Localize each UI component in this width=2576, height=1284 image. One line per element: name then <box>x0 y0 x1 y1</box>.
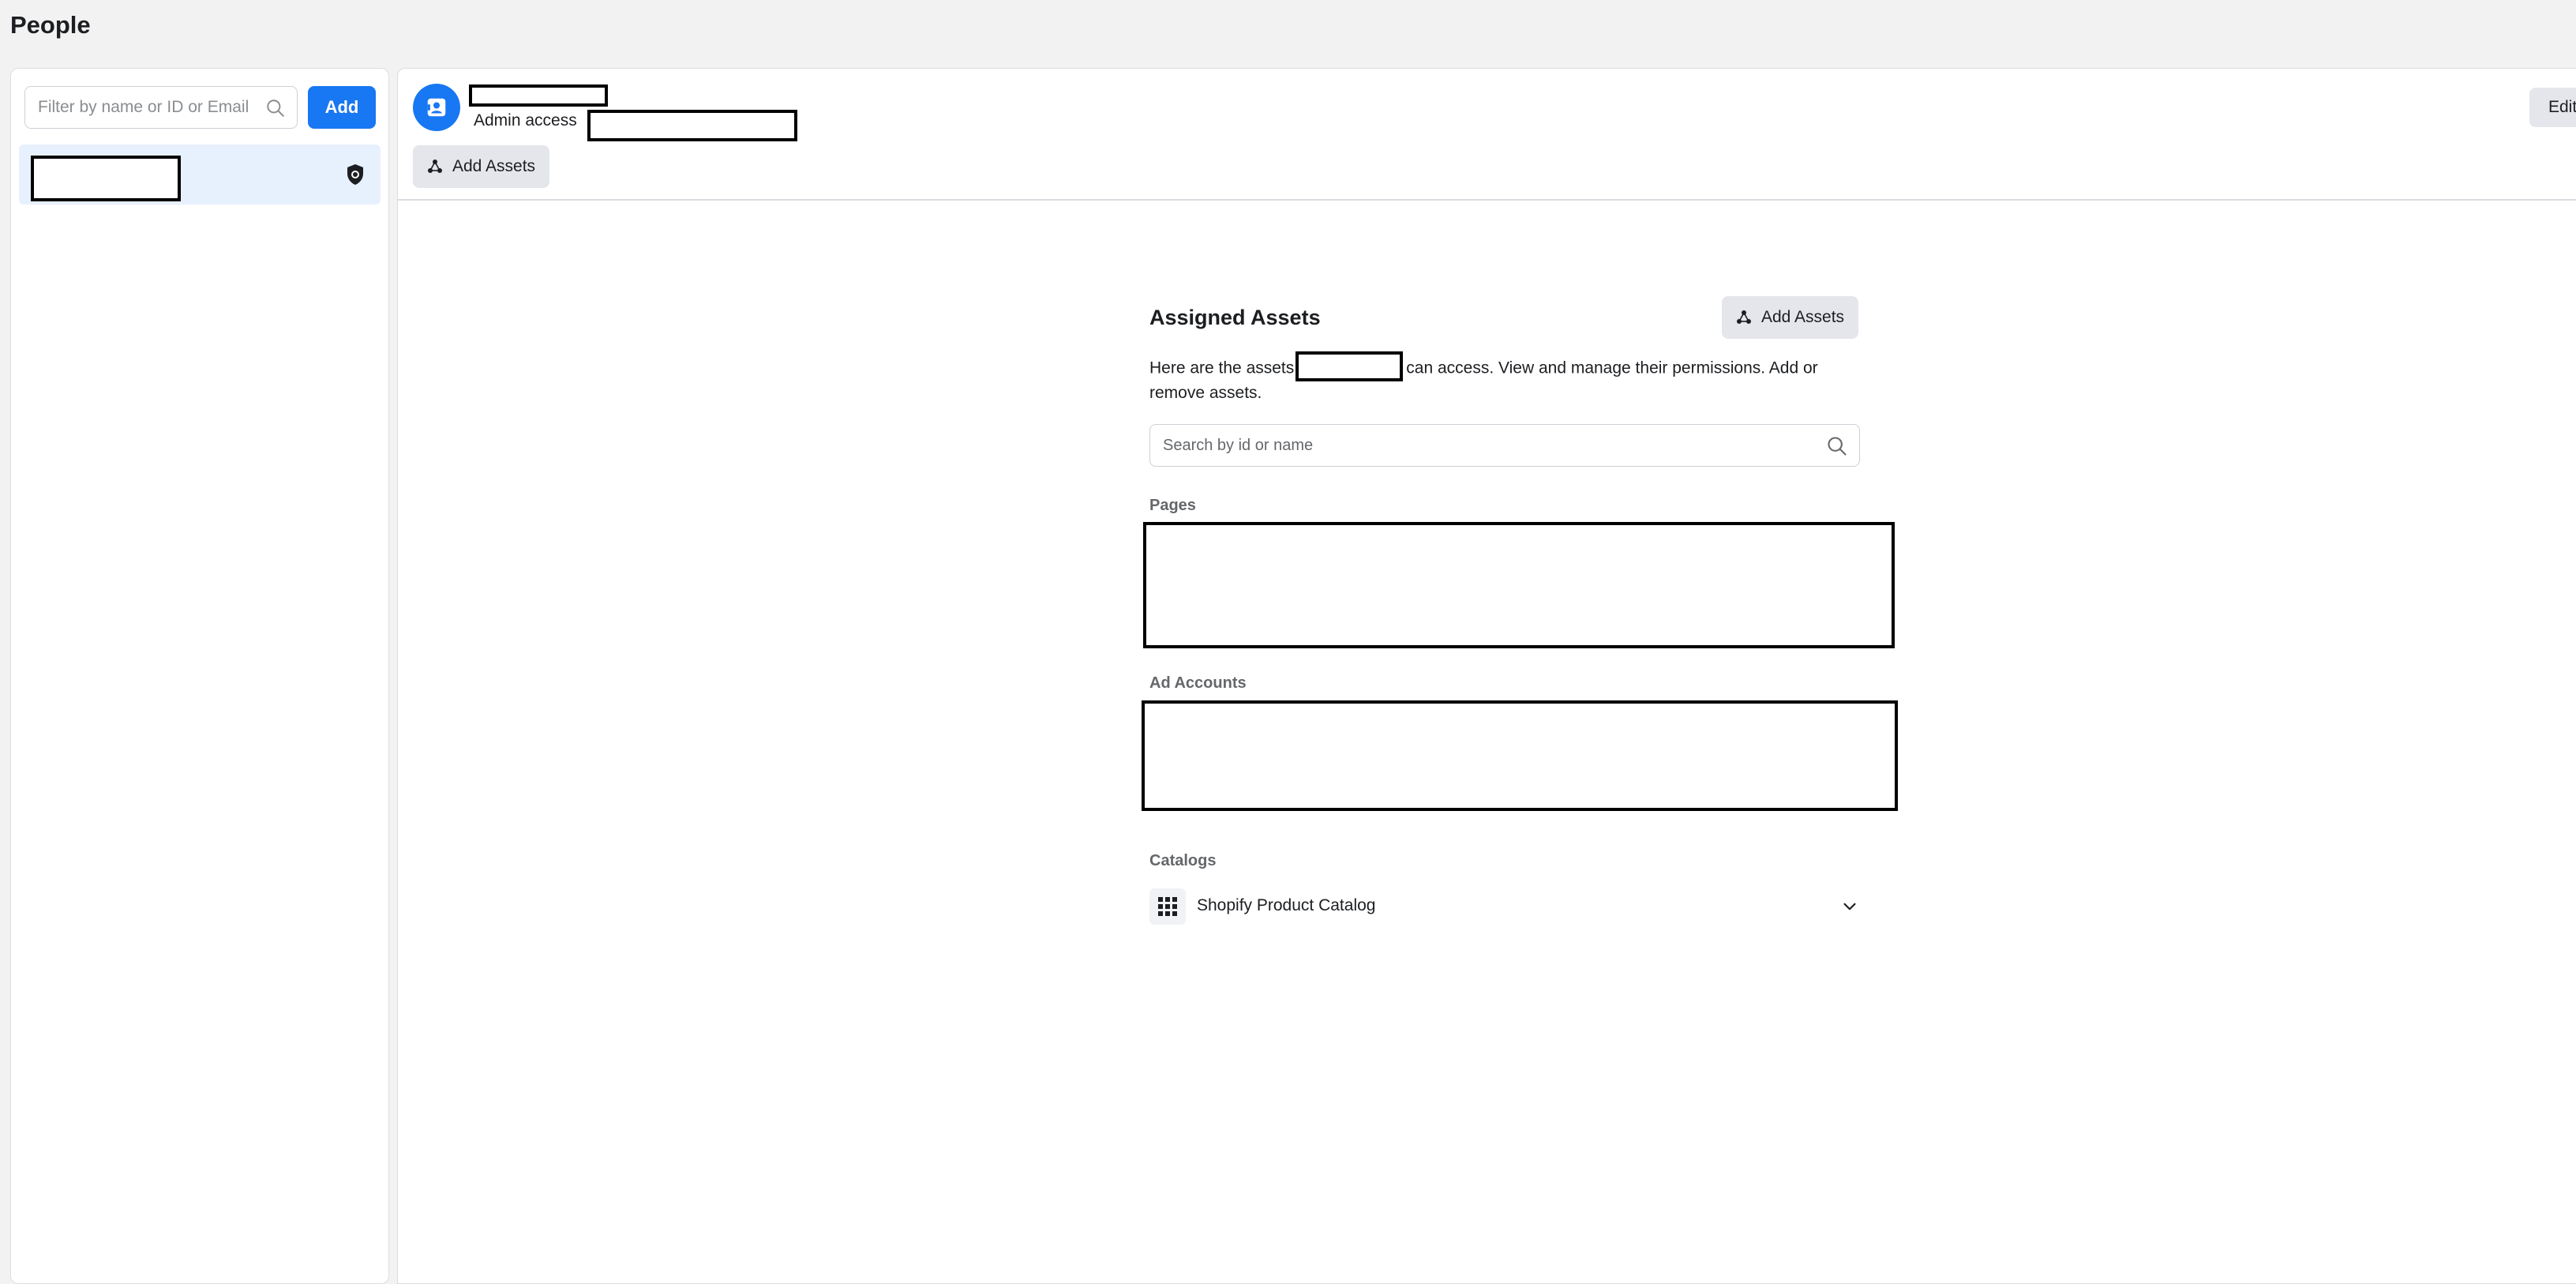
section-title: Assigned Assets <box>1149 306 1321 329</box>
redacted-person-name <box>31 156 181 201</box>
redacted-email <box>587 110 797 141</box>
avatar <box>413 84 460 131</box>
add-assets-label: Add Assets <box>452 157 536 175</box>
page-title: People <box>10 11 91 39</box>
add-assets-button[interactable]: Add Assets <box>413 145 550 188</box>
description-start: Here are the assets <box>1149 359 1295 377</box>
search-icon <box>1828 437 1847 456</box>
people-list-panel: Add <box>10 68 389 1284</box>
chevron-down-icon[interactable] <box>1839 896 1860 917</box>
add-person-button[interactable]: Add <box>308 86 376 129</box>
search-icon <box>267 99 284 117</box>
ad-accounts-group-label: Ad Accounts <box>1149 674 1247 692</box>
person-header: Admin access Add Assets Edit <box>398 69 2576 201</box>
person-list-item[interactable] <box>19 145 381 205</box>
redacted-pages-list <box>1143 522 1895 648</box>
edit-button[interactable]: Edit <box>2529 88 2576 127</box>
asset-search-input[interactable] <box>1161 425 1809 466</box>
filter-field[interactable] <box>24 86 298 129</box>
person-detail-panel: Admin access Add Assets Edit Assigned As… <box>397 68 2576 1284</box>
access-level-text: Admin access <box>474 111 577 130</box>
catalog-list-item[interactable]: Shopify Product Catalog <box>1149 887 1860 926</box>
add-assets-button-secondary[interactable]: Add Assets <box>1722 296 1859 339</box>
edit-label: Edit <box>2548 98 2576 116</box>
assigned-assets-description: Here are the assets can access. View and … <box>1149 351 1860 405</box>
redacted-ad-accounts-list <box>1142 700 1898 811</box>
pages-group-label: Pages <box>1149 497 1196 514</box>
asset-search-field[interactable] <box>1149 424 1860 467</box>
filter-input[interactable] <box>36 87 257 128</box>
redacted-person-name <box>469 84 608 107</box>
shield-icon <box>347 164 363 185</box>
assets-icon <box>428 160 442 173</box>
assets-icon <box>1737 310 1751 324</box>
add-assets-label: Add Assets <box>1761 308 1845 326</box>
redacted-person-name-inline <box>1295 351 1404 381</box>
catalog-name: Shopify Product Catalog <box>1197 896 1376 914</box>
catalogs-group-label: Catalogs <box>1149 852 1217 869</box>
person-badge-icon <box>427 98 446 117</box>
grid-icon <box>1149 888 1186 925</box>
